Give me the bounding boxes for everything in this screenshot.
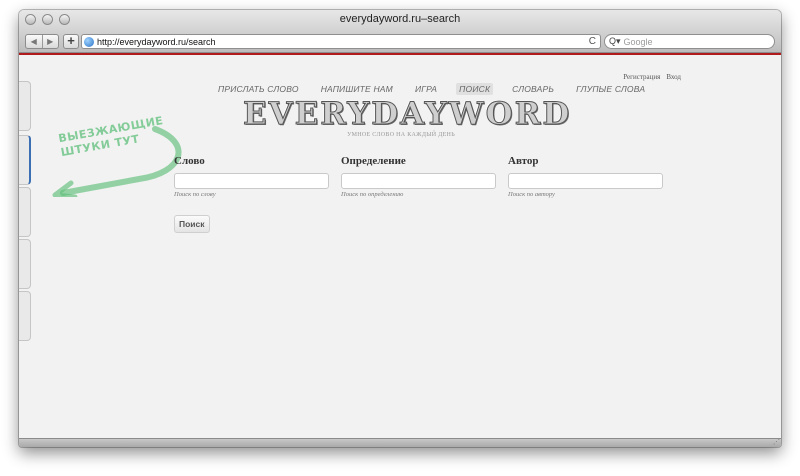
browser-search-bar[interactable]: Q▾ [604,34,775,49]
definition-label: Определение [341,155,406,167]
search-icon[interactable]: Q▾ [609,36,621,47]
login-link[interactable]: Вход [666,73,681,81]
author-label: Автор [508,155,539,167]
reload-button[interactable]: C [589,36,600,47]
resize-grip-icon[interactable]: ⋰ [773,439,780,446]
word-field-group: Слово Поиск по слову [174,155,329,198]
sliding-panels-stamp: ВЫЕЗЖАЮЩИЕ ШТУКИ ТУТ [43,114,193,200]
menu-item-contact[interactable]: НАПИШИТЕ НАМ [318,83,396,95]
back-button[interactable]: ◀ [26,35,42,48]
menu-item-silly-words[interactable]: ГЛУПЫЕ СЛОВА [573,83,648,95]
side-tab-4[interactable] [19,239,31,289]
side-tab-5[interactable] [19,291,31,341]
search-submit-button[interactable]: Поиск [174,215,210,233]
title-bar: everydayword.ru–search ◀ ▶ + http://ever… [19,10,781,53]
definition-field-group: Определение Поиск по определению [341,155,496,198]
side-tab-1[interactable] [19,81,31,131]
author-input[interactable] [508,173,663,189]
address-bar[interactable]: http://everydayword.ru/search C [81,34,601,49]
definition-input[interactable] [341,173,496,189]
status-bar: ⋰ [19,438,781,447]
url-text[interactable]: http://everydayword.ru/search [97,37,589,47]
menu-item-search[interactable]: ПОИСК [456,83,494,95]
side-tab-3[interactable] [19,187,31,237]
page-content: Регистрация Вход ПРИСЛАТЬ СЛОВО НАПИШИТЕ… [19,55,781,438]
author-field-group: Автор Поиск по автору [508,155,663,198]
auth-links: Регистрация Вход [623,73,681,81]
main-menu: ПРИСЛАТЬ СЛОВО НАПИШИТЕ НАМ ИГРА ПОИСК С… [215,83,648,95]
site-tagline: УМНОЕ СЛОВО НА КАЖДЫЙ ДЕНЬ [347,132,455,138]
history-buttons: ◀ ▶ [25,34,59,49]
window-title: everydayword.ru–search [339,13,461,25]
word-hint: Поиск по слову [174,191,216,198]
search-form: Слово Поиск по слову Определение Поиск п… [174,155,664,235]
side-tab-2[interactable] [19,135,31,185]
browser-search-input[interactable] [623,36,764,47]
globe-icon [84,36,94,47]
word-input[interactable] [174,173,329,189]
site-logo[interactable]: EVERYDAYWORD [243,96,570,133]
register-link[interactable]: Регистрация [623,73,660,81]
forward-button[interactable]: ▶ [41,35,59,48]
author-hint: Поиск по автору [508,191,555,198]
menu-item-game[interactable]: ИГРА [412,83,440,95]
add-bookmark-button[interactable]: + [63,34,79,49]
menu-item-dictionary[interactable]: СЛОВАРЬ [509,83,557,95]
definition-hint: Поиск по определению [341,191,404,198]
browser-window: everydayword.ru–search ◀ ▶ + http://ever… [19,10,781,447]
menu-item-submit-word[interactable]: ПРИСЛАТЬ СЛОВО [215,83,302,95]
word-label: Слово [174,155,205,167]
